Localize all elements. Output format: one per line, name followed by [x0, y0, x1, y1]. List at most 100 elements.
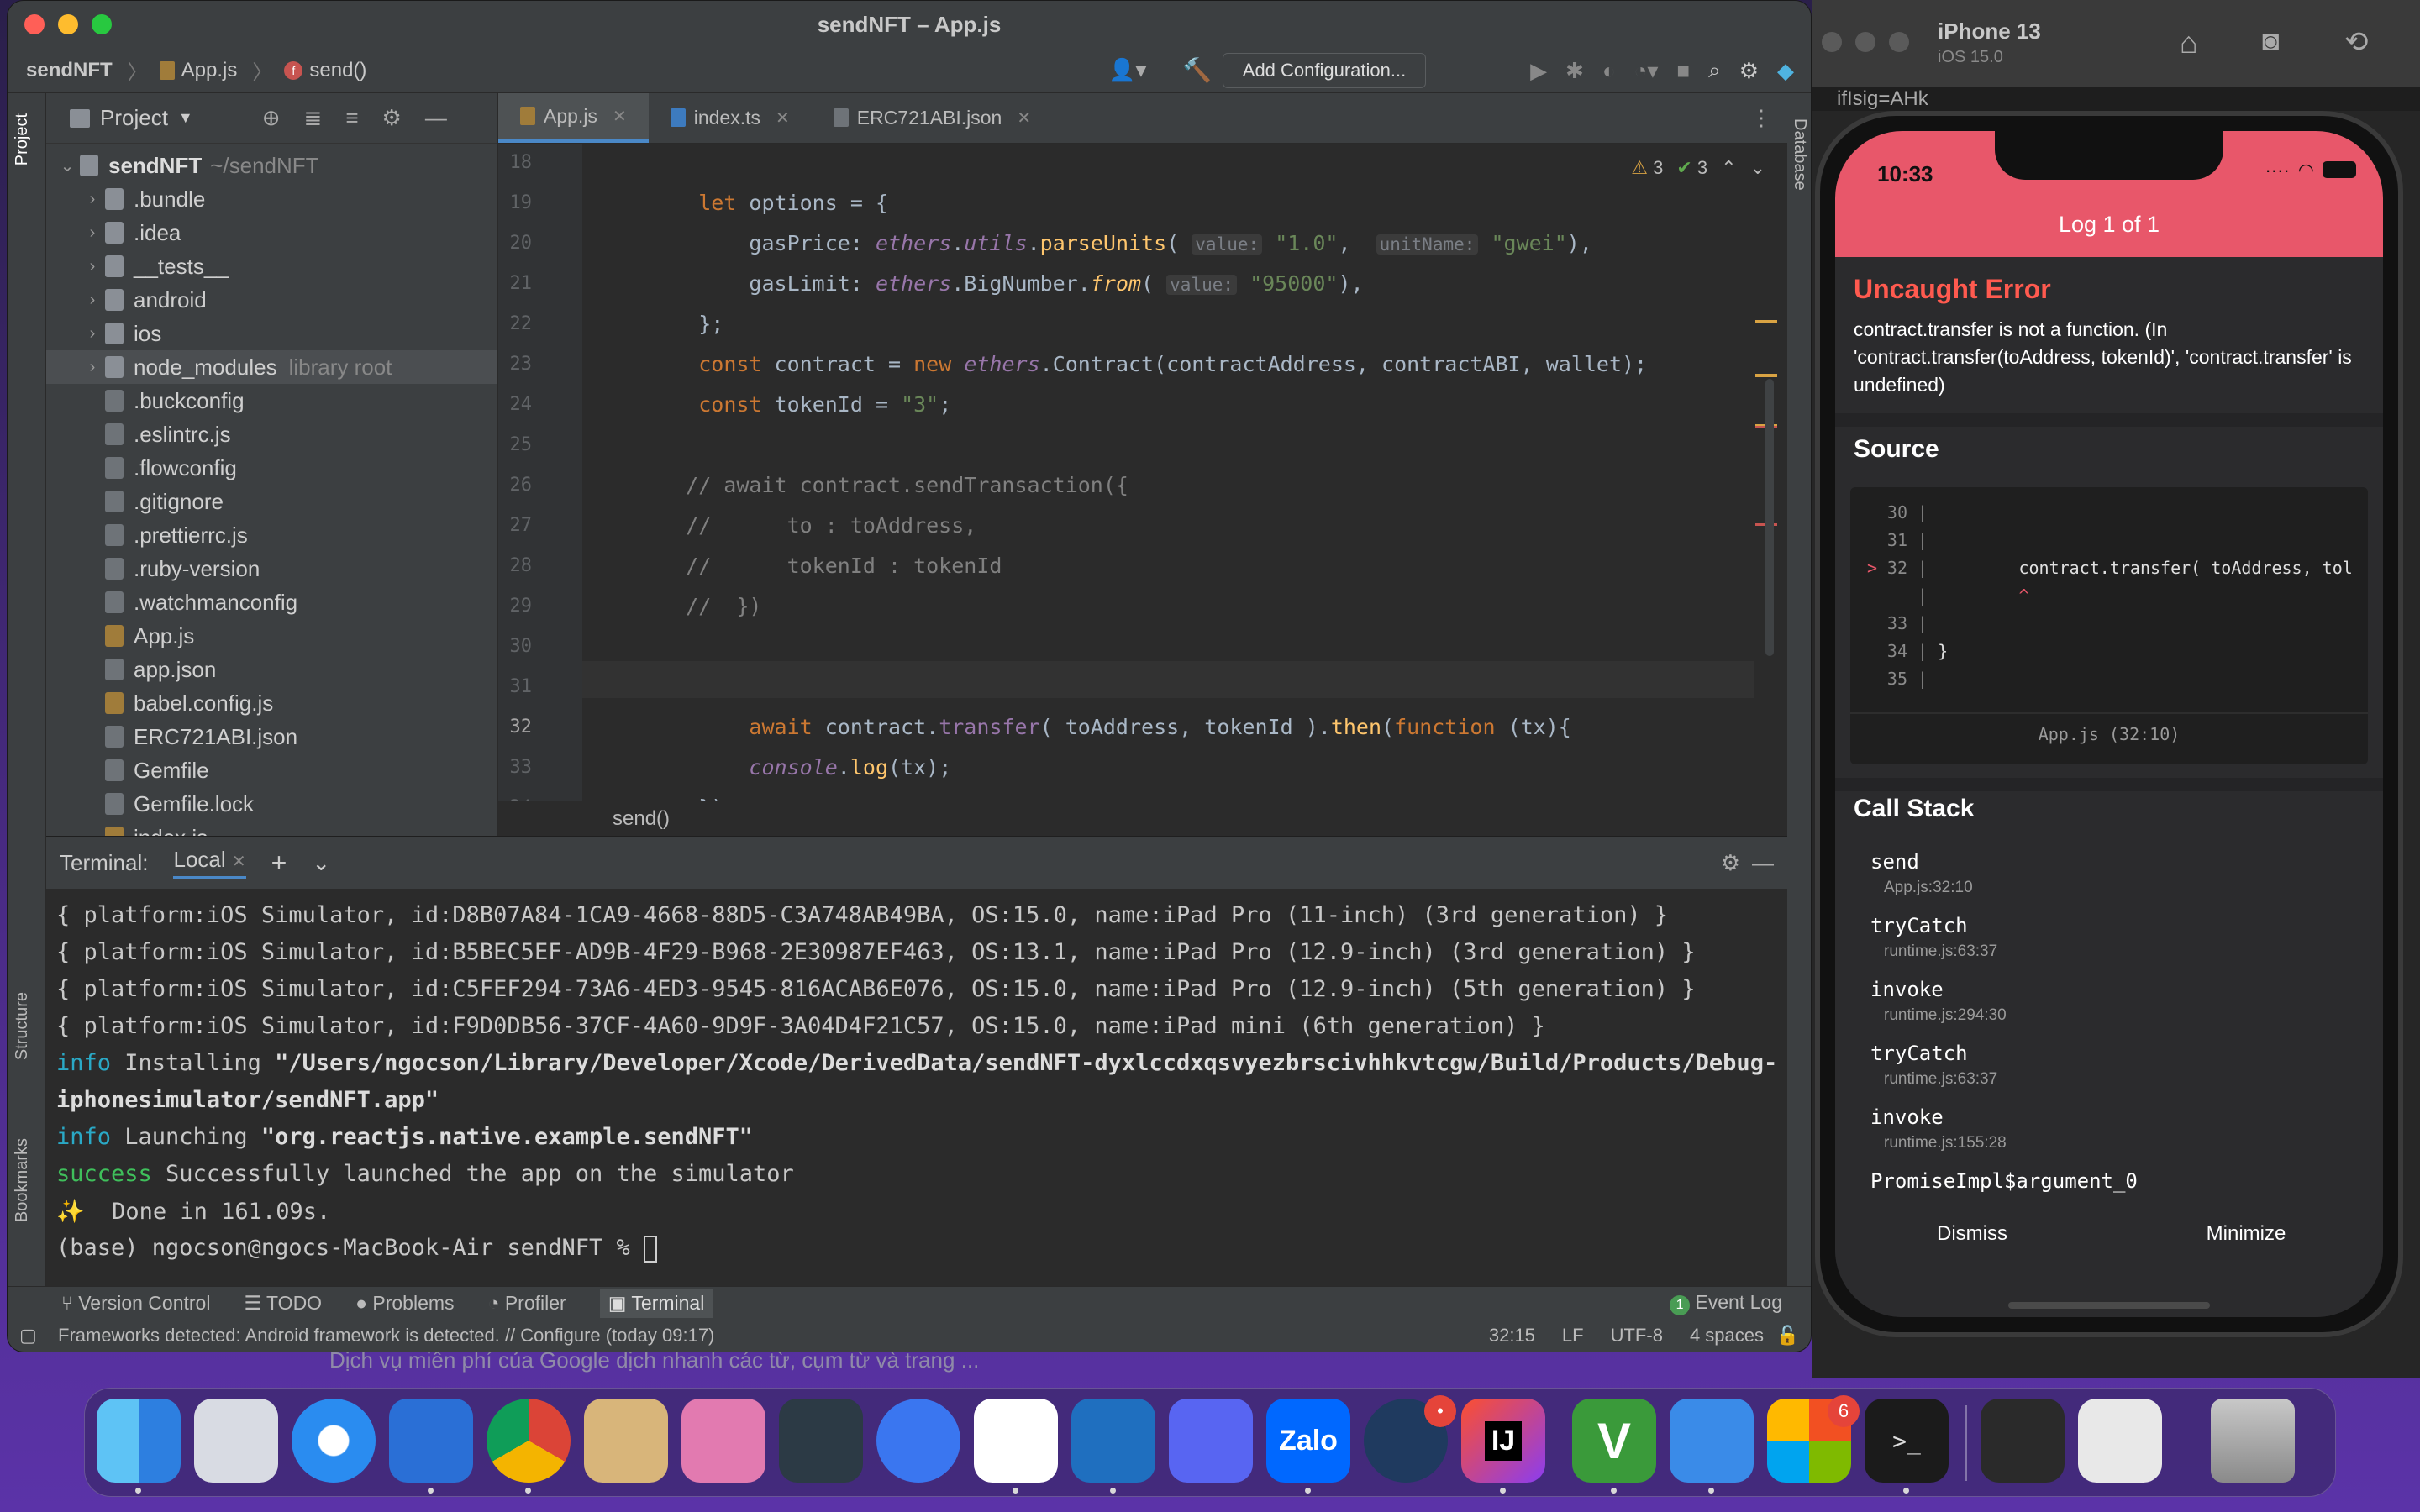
- dock-signal[interactable]: [876, 1399, 960, 1483]
- chevron-down-icon[interactable]: ⌄: [312, 850, 330, 876]
- minimize-button[interactable]: Minimize: [2109, 1222, 2383, 1246]
- locate-icon[interactable]: ⊕: [262, 105, 281, 131]
- expand-all-icon[interactable]: ≣: [304, 105, 323, 131]
- profile-icon[interactable]: ◔▾: [1634, 58, 1659, 84]
- source-location[interactable]: App.js (32:10): [1850, 724, 2368, 744]
- build-hammer-icon[interactable]: 🔨: [1182, 56, 1212, 84]
- dock-window-preview-1[interactable]: [1981, 1399, 2065, 1483]
- tab-app-js[interactable]: App.js ✕: [498, 93, 649, 143]
- tree-item[interactable]: .flowconfig: [46, 451, 497, 485]
- dock-tableplus[interactable]: [779, 1399, 863, 1483]
- jetbrains-logo-icon[interactable]: ◆: [1777, 58, 1794, 84]
- tool-todo[interactable]: ☰ TODO: [244, 1292, 322, 1315]
- stop-icon[interactable]: ■: [1676, 58, 1690, 84]
- tool-tab-database[interactable]: Database: [1790, 118, 1809, 191]
- dock-slack[interactable]: [974, 1399, 1058, 1483]
- tree-item[interactable]: › __tests__: [46, 249, 497, 283]
- chevron-right-icon[interactable]: ›: [80, 257, 105, 276]
- tree-item[interactable]: app.json: [46, 653, 497, 686]
- chevron-right-icon[interactable]: ›: [80, 291, 105, 310]
- dock-terminal[interactable]: >_: [1865, 1399, 1949, 1483]
- chevron-down-icon[interactable]: ▼: [178, 109, 193, 127]
- function-breadcrumb[interactable]: send(): [613, 807, 670, 831]
- more-tabs-icon[interactable]: ⋮: [1750, 105, 1772, 131]
- dock-finder[interactable]: [97, 1399, 181, 1483]
- code-area[interactable]: let options = { gasPrice: ethers.utils.p…: [498, 144, 1787, 821]
- chevron-right-icon[interactable]: ›: [80, 324, 105, 344]
- tree-item[interactable]: Gemfile.lock: [46, 787, 497, 821]
- tree-item[interactable]: .ruby-version: [46, 552, 497, 585]
- cursor-position[interactable]: 32:15: [1489, 1325, 1535, 1347]
- tool-problems[interactable]: ● Problems: [355, 1292, 454, 1315]
- tool-profiler[interactable]: ◔ Profiler: [488, 1292, 566, 1315]
- zoom-window-button[interactable]: [92, 14, 112, 34]
- tree-item[interactable]: › ios: [46, 317, 497, 350]
- breadcrumb-function[interactable]: f send(): [284, 59, 366, 82]
- tree-item[interactable]: › .bundle: [46, 182, 497, 216]
- dock-zalo[interactable]: Zalo: [1266, 1399, 1350, 1483]
- chevron-right-icon[interactable]: ›: [80, 190, 105, 209]
- gear-icon[interactable]: ⚙: [1721, 850, 1740, 876]
- tool-terminal[interactable]: ▣ Terminal: [599, 1289, 713, 1318]
- close-tab-icon[interactable]: ✕: [1017, 108, 1031, 129]
- add-terminal-icon[interactable]: +: [271, 848, 287, 879]
- chevron-right-icon[interactable]: ›: [80, 358, 105, 377]
- breadcrumb-project[interactable]: sendNFT: [26, 59, 113, 82]
- terminal-prompt[interactable]: (base) ngocson@ngocs-MacBook-Air sendNFT…: [56, 1235, 657, 1263]
- dock-vscode[interactable]: [1071, 1399, 1155, 1483]
- chevron-down-icon[interactable]: ⌄: [55, 155, 80, 176]
- home-indicator[interactable]: [2008, 1302, 2210, 1309]
- user-icon[interactable]: 👤▾: [1108, 57, 1146, 83]
- tree-root[interactable]: ⌄ sendNFT ~/sendNFT: [46, 149, 497, 182]
- tool-tab-project[interactable]: Project: [13, 113, 32, 165]
- call-stack-frame[interactable]: PromiseImpl$argument_0: [1870, 1169, 2138, 1193]
- status-message[interactable]: Frameworks detected: Android framework i…: [58, 1325, 714, 1347]
- search-icon[interactable]: ⌕: [1708, 57, 1721, 84]
- call-stack-frame[interactable]: send: [1870, 850, 1919, 874]
- dock-archive[interactable]: [584, 1399, 668, 1483]
- tree-item[interactable]: › android: [46, 283, 497, 317]
- tree-item[interactable]: .eslintrc.js: [46, 417, 497, 451]
- call-stack-frame[interactable]: invoke: [1870, 978, 1944, 1001]
- debug-icon[interactable]: ✱: [1565, 58, 1584, 84]
- dock-discord[interactable]: [1169, 1399, 1253, 1483]
- tool-tab-structure[interactable]: Structure: [13, 992, 32, 1060]
- editor-scrollbar[interactable]: [1765, 379, 1774, 656]
- tab-index-ts[interactable]: index.ts ✕: [649, 93, 812, 143]
- gear-icon[interactable]: ⚙: [1739, 58, 1759, 84]
- tool-event-log[interactable]: 1 Event Log: [1670, 1291, 1782, 1315]
- dock-vim[interactable]: V: [1572, 1399, 1656, 1483]
- dismiss-button[interactable]: Dismiss: [1835, 1222, 2109, 1246]
- project-panel-title[interactable]: Project: [100, 105, 168, 131]
- hide-panel-icon[interactable]: —: [1752, 850, 1774, 876]
- tree-item[interactable]: › .idea: [46, 216, 497, 249]
- tab-erc721abi-json[interactable]: ERC721ABI.json ✕: [812, 93, 1053, 143]
- tree-item[interactable]: ERC721ABI.json: [46, 720, 497, 753]
- tree-item[interactable]: .gitignore: [46, 485, 497, 518]
- close-window-button[interactable]: [24, 14, 45, 34]
- dock-trash[interactable]: [2211, 1399, 2295, 1483]
- tree-item[interactable]: App.js: [46, 619, 497, 653]
- inspection-widget[interactable]: ⚠ 3 ✔ 3 ⌃ ⌄: [1631, 157, 1765, 179]
- dock-safari[interactable]: [292, 1399, 376, 1483]
- file-encoding[interactable]: UTF-8: [1611, 1325, 1663, 1347]
- tool-version-control[interactable]: ⑂ Version Control: [61, 1292, 210, 1315]
- screenshot-icon[interactable]: ◙: [2262, 25, 2280, 58]
- tree-item[interactable]: Gemfile: [46, 753, 497, 787]
- run-icon[interactable]: ▶: [1530, 58, 1547, 84]
- dock-intellij[interactable]: IJ: [1461, 1399, 1545, 1483]
- chevron-down-icon[interactable]: ⌄: [1750, 157, 1765, 179]
- tree-item[interactable]: .watchmanconfig: [46, 585, 497, 619]
- tree-item[interactable]: index.js: [46, 821, 497, 836]
- dock-launchpad[interactable]: [194, 1399, 278, 1483]
- home-icon[interactable]: ⌂: [2180, 25, 2198, 60]
- dock-cleanmymac[interactable]: [681, 1399, 765, 1483]
- indent-setting[interactable]: 4 spaces: [1690, 1325, 1764, 1347]
- tree-item[interactable]: .prettierrc.js: [46, 518, 497, 552]
- hide-panel-icon[interactable]: —: [425, 105, 447, 131]
- breadcrumb-file[interactable]: App.js: [159, 59, 237, 82]
- minimize-window-button[interactable]: [58, 14, 78, 34]
- close-window-button[interactable]: [1822, 32, 1842, 52]
- tree-item[interactable]: › node_modules library root: [46, 350, 497, 384]
- tree-item[interactable]: .buckconfig: [46, 384, 497, 417]
